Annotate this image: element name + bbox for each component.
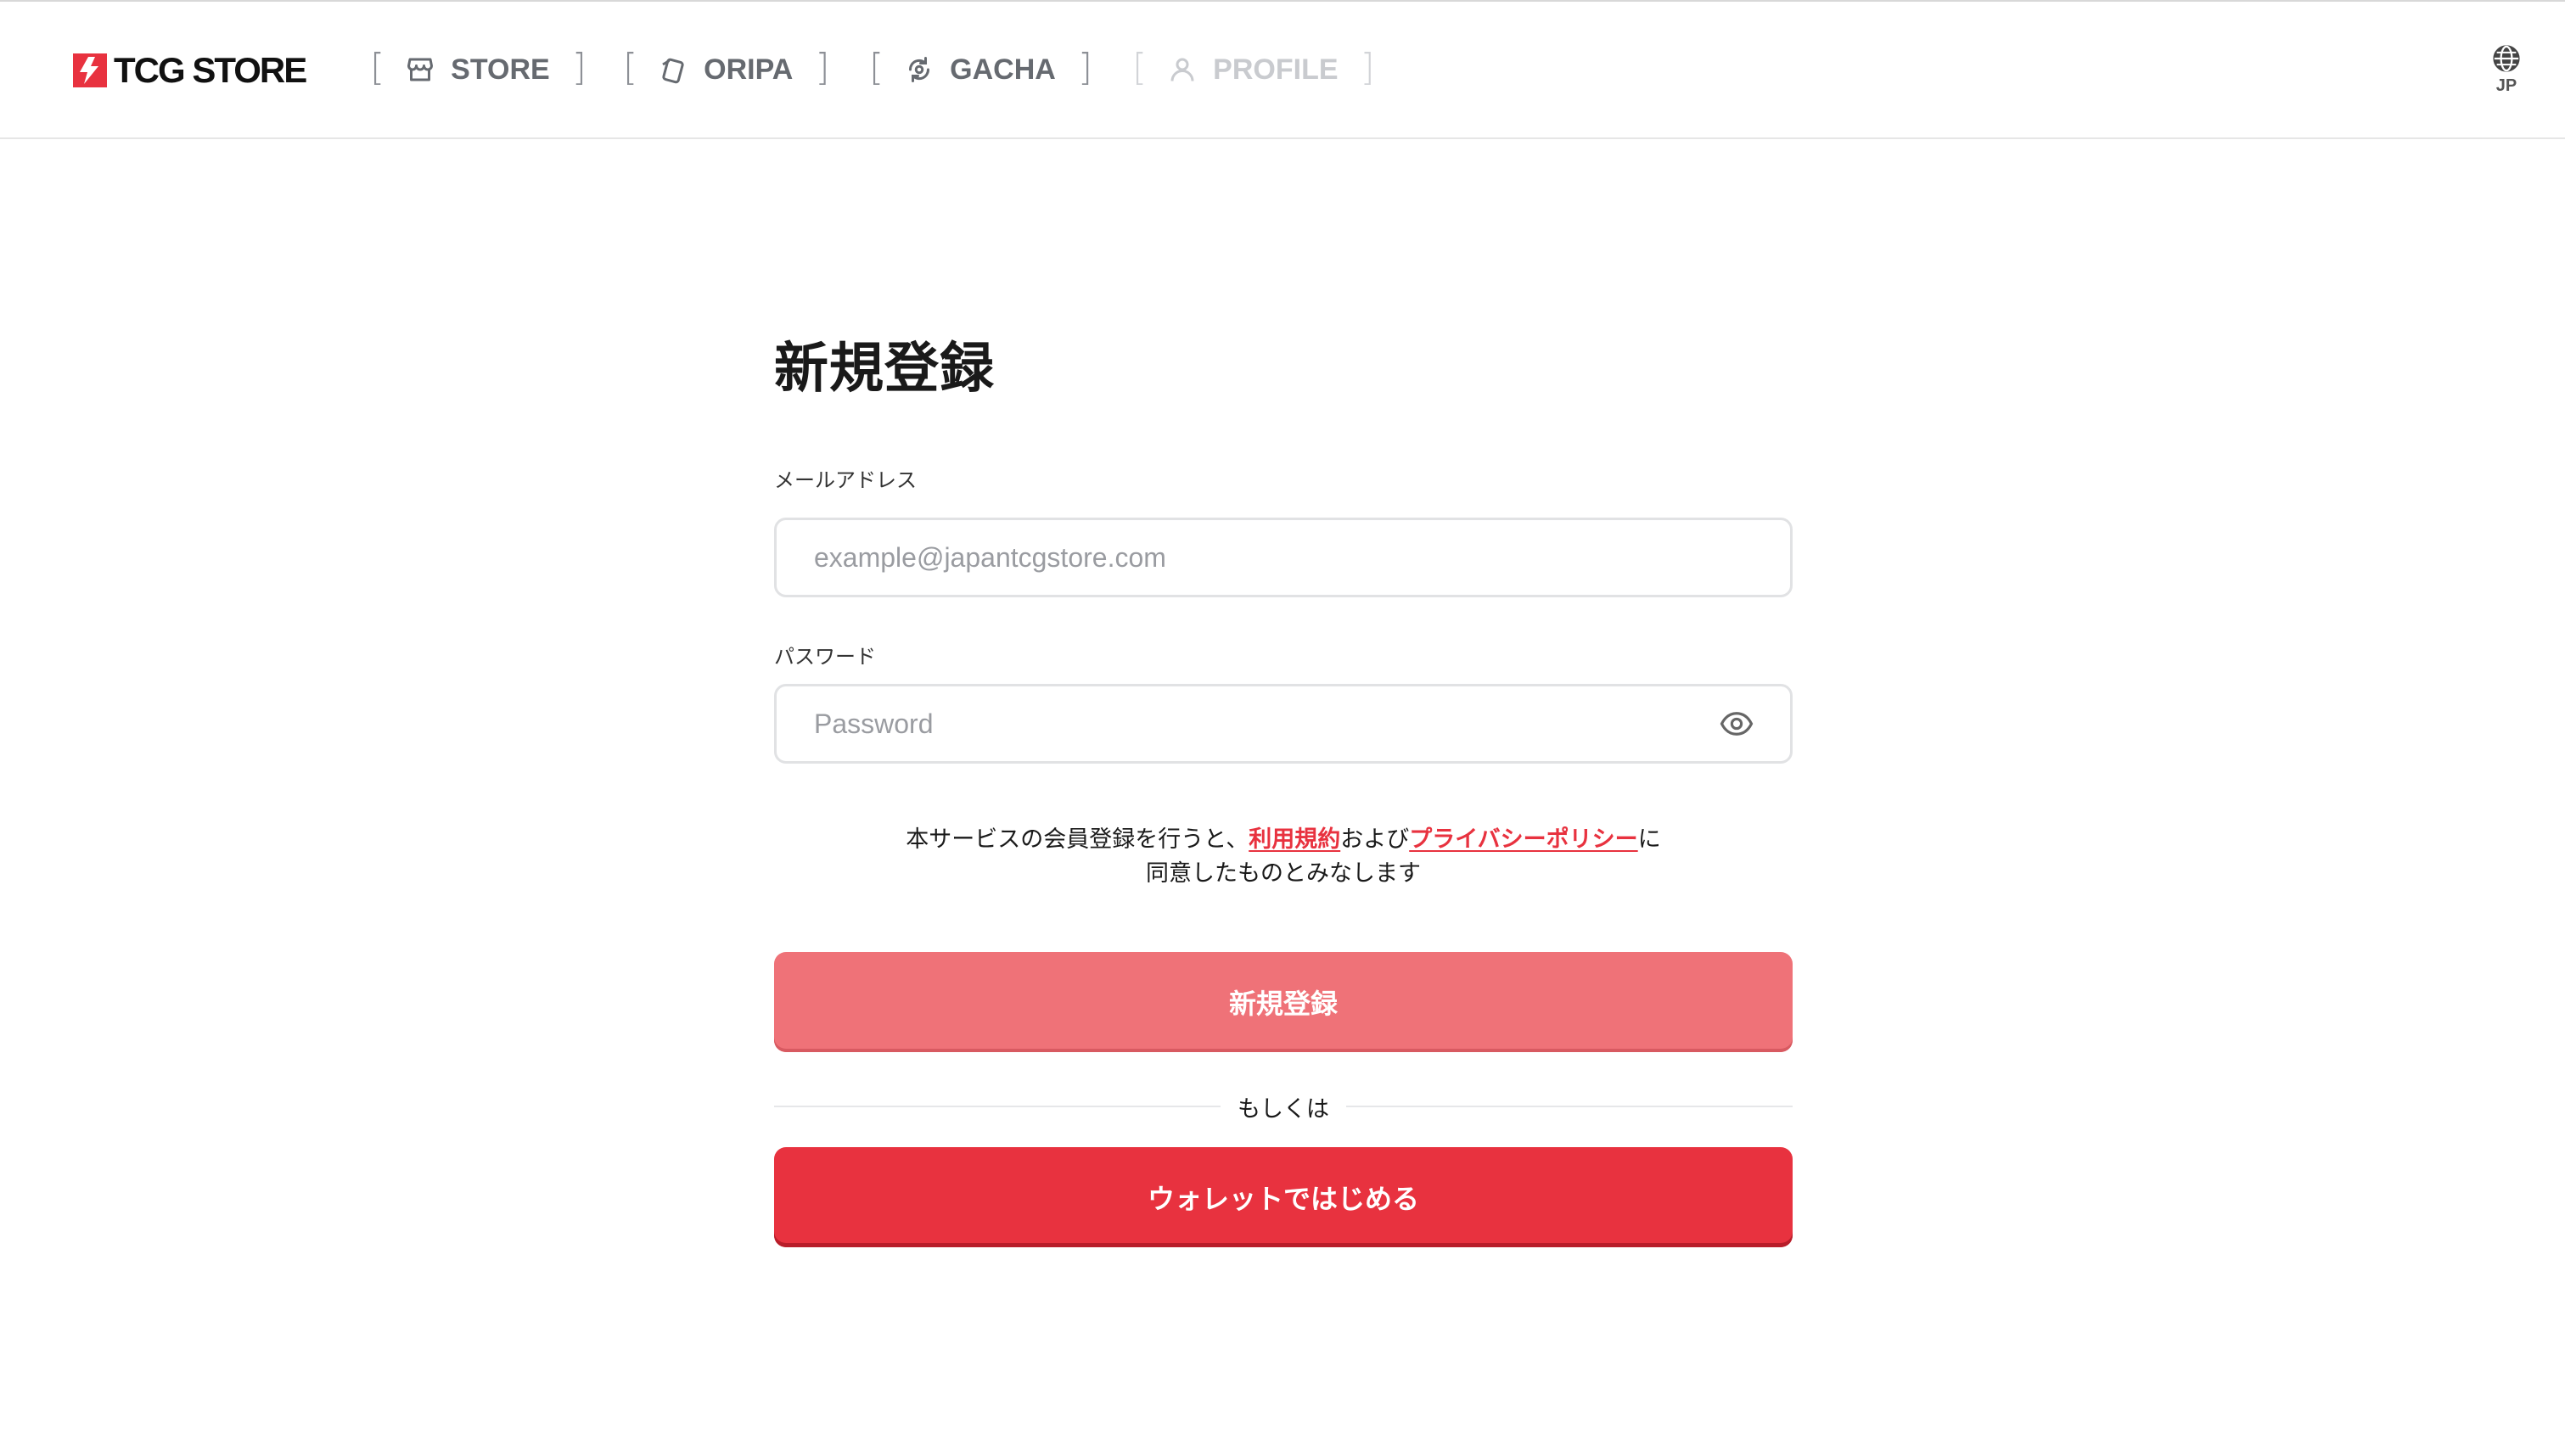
store-icon <box>407 58 434 81</box>
tcg-store-logo[interactable]: TCG STORE <box>73 50 307 90</box>
nav-oripa-label: ORIPA <box>704 53 794 86</box>
or-divider: もしくは <box>774 1089 1793 1123</box>
nav-bracket-open: [ <box>623 46 638 89</box>
terms-suffix: に <box>1637 826 1661 853</box>
nav-store-label: STORE <box>451 53 550 86</box>
cards-icon <box>662 58 684 84</box>
language-switcher[interactable]: JP <box>2487 44 2526 96</box>
divider-line-left <box>774 1106 1221 1107</box>
logo-text: TCG STORE <box>114 50 307 90</box>
nav-bracket-open: [ <box>869 46 884 89</box>
nav-oripa[interactable]: [ ORIPA ] <box>623 46 830 93</box>
nav-gacha-label: GACHA <box>950 53 1056 86</box>
user-icon <box>1170 58 1194 81</box>
nav-bracket-open: [ <box>370 46 385 89</box>
nav-bracket-close: ] <box>815 46 830 89</box>
terms-middle: および <box>1340 826 1410 853</box>
nav-gacha[interactable]: [ GACHA ] <box>869 46 1092 93</box>
eye-icon[interactable] <box>1719 706 1754 742</box>
terms-prefix: 本サービスの会員登録を行うと、 <box>906 826 1249 853</box>
terms-of-service-link[interactable]: 利用規約 <box>1249 826 1340 853</box>
register-button[interactable]: 新規登録 <box>774 952 1793 1052</box>
top-header: TCG STORE [ STORE ] [ ORIPA ] [ GACHA ] <box>0 0 2565 139</box>
divider-line-right <box>1346 1106 1793 1107</box>
globe-icon <box>2493 45 2520 72</box>
language-label: JP <box>2495 76 2517 95</box>
privacy-policy-link[interactable]: プライバシーポリシー <box>1409 826 1637 853</box>
terms-notice: 本サービスの会員登録を行うと、利用規約およびプライバシーポリシーに 同意したもの… <box>774 823 1793 891</box>
nav-store[interactable]: [ STORE ] <box>370 46 587 93</box>
nav-bracket-close: ] <box>571 46 587 89</box>
wallet-start-button[interactable]: ウォレットではじめる <box>774 1147 1793 1247</box>
email-field[interactable] <box>812 540 1754 574</box>
password-label: パスワード <box>774 645 876 669</box>
email-field-box <box>774 518 1793 597</box>
nav-bracket-close: ] <box>1077 46 1093 89</box>
nav-bracket-open: [ <box>1132 46 1148 89</box>
terms-line-2: 同意したものとみなします <box>1146 860 1421 887</box>
nav-profile-label: PROFILE <box>1213 53 1339 86</box>
gacha-icon <box>909 57 930 82</box>
page-title: 新規登録 <box>774 338 995 400</box>
password-field[interactable] <box>812 707 1719 741</box>
divider-text: もしくは <box>1238 1095 1329 1123</box>
nav-profile[interactable]: [ PROFILE ] <box>1132 46 1375 93</box>
terms-line-1: 本サービスの会員登録を行うと、利用規約およびプライバシーポリシーに <box>774 823 1793 857</box>
email-label: メールアドレス <box>774 468 917 492</box>
nav-bracket-close: ] <box>1360 46 1375 89</box>
logo-mark-icon <box>73 53 107 87</box>
password-field-box <box>774 684 1793 764</box>
